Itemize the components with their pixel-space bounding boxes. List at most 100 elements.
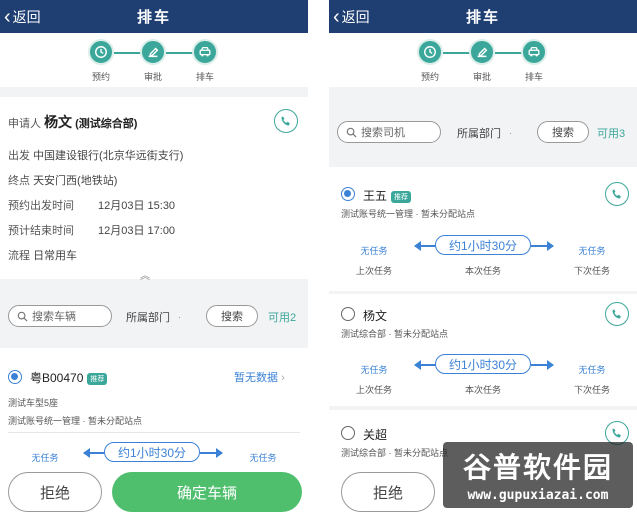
dept-select[interactable]: 所属部门 · — [126, 309, 181, 325]
arrow-left-icon — [414, 242, 437, 250]
vehicle-driver-info: 测试账号统一管理 · 暂未分配站点 — [8, 416, 142, 426]
detail-row-origin: 出发 中国建设银行(北京华远街支行) — [8, 150, 184, 162]
detail-row-end-time: 预计结束时间 12月03日 17:00 — [8, 225, 176, 237]
vehicle-radio[interactable] — [8, 370, 22, 384]
next-task: 无任务 — [578, 246, 606, 256]
recommend-badge: 推荐 — [391, 190, 412, 203]
arrow-right-icon — [531, 361, 554, 369]
prev-task: 无任务 — [31, 453, 59, 463]
step-approve: 审批 — [467, 39, 497, 83]
duration-pill: 约1小时30分 — [435, 235, 531, 255]
call-applicant-button[interactable] — [274, 109, 298, 133]
left-screen: ‹ 返回 排车 预约 审批 排车 申请人 杨文 (测试综合部) 出发 中国建设银… — [0, 0, 308, 516]
prev-task-caption: 上次任务 — [355, 385, 392, 395]
page-title: 排车 — [465, 9, 500, 26]
step-dispatch: 排车 — [190, 39, 220, 83]
step-approve: 审批 — [138, 39, 168, 83]
available-count: 可用3 — [597, 128, 626, 140]
confirm-vehicle-button[interactable]: 确定车辆 — [112, 472, 302, 512]
search-icon — [17, 311, 28, 322]
reject-button[interactable]: 拒绝 — [341, 472, 435, 512]
reject-button[interactable]: 拒绝 — [8, 472, 102, 512]
no-data-link[interactable]: 暂无数据 › — [234, 369, 285, 385]
driver-info: 测试综合部 · 暂未分配站点 — [341, 448, 448, 458]
call-driver-button[interactable] — [605, 182, 629, 206]
progress-steps: 预约 审批 排车 — [0, 33, 308, 87]
vehicle-card[interactable]: 粤B00470 推荐 暂无数据 › 测试车型5座 测试账号统一管理 · 暂未分配站… — [0, 348, 308, 468]
vehicle-search-bar: 搜索车辆 所属部门 · 搜索 可用2 — [0, 296, 308, 336]
bottom-action-bar: 拒绝 确定车辆 — [0, 464, 308, 516]
prev-task: 无任务 — [360, 365, 388, 375]
next-task: 无任务 — [249, 453, 277, 463]
arrow-left-icon — [414, 361, 437, 369]
detail-row-start-time: 预约出发时间 12月03日 15:30 — [8, 200, 176, 212]
vehicle-model: 测试车型5座 — [8, 398, 59, 408]
applicant-row: 申请人 杨文 (测试综合部) — [8, 114, 138, 130]
car-icon — [192, 39, 218, 65]
duration-pill: 约1小时30分 — [104, 442, 200, 462]
prev-task-caption: 上次任务 — [355, 266, 392, 276]
watermark: 谷普软件园 www.gupuxiazai.com — [443, 442, 633, 508]
clock-icon — [88, 39, 114, 65]
duration-pill: 约1小时30分 — [435, 354, 531, 374]
arrow-right-icon — [531, 242, 554, 250]
driver-name: 关超 — [363, 428, 388, 442]
arrow-left-icon — [83, 449, 106, 457]
chevron-left-icon: ‹ — [333, 5, 340, 28]
search-button[interactable]: 搜索 — [537, 121, 589, 143]
phone-icon — [612, 189, 621, 199]
request-card: 申请人 杨文 (测试综合部) 出发 中国建设银行(北京华远街支行) 终点 天安门… — [0, 97, 308, 282]
chevron-down-icon: · — [178, 312, 181, 322]
call-driver-button[interactable] — [605, 302, 629, 326]
approve-icon — [140, 39, 166, 65]
step-label: 预约 — [91, 72, 110, 82]
step-label: 审批 — [472, 72, 491, 82]
back-button[interactable]: ‹ 返回 — [4, 0, 41, 33]
driver-name: 王五 推荐 — [363, 187, 412, 204]
back-button[interactable]: ‹ 返回 — [333, 0, 370, 33]
navbar: ‹ 返回 排车 — [329, 0, 637, 33]
step-label: 预约 — [420, 72, 439, 82]
available-count: 可用2 — [268, 312, 297, 324]
divider — [8, 432, 300, 433]
vehicle-search-input[interactable]: 搜索车辆 — [8, 305, 112, 327]
current-task-caption: 本次任务 — [464, 266, 501, 276]
recommend-badge: 推荐 — [87, 372, 108, 385]
step-label: 排车 — [195, 72, 214, 82]
phone-icon — [612, 309, 621, 319]
driver-radio[interactable] — [341, 307, 355, 321]
search-icon — [346, 127, 357, 138]
page-title: 排车 — [136, 9, 171, 26]
detail-row-process: 流程 日常用车 — [8, 250, 78, 262]
phone-icon — [612, 428, 621, 438]
current-task-caption: 本次任务 — [464, 385, 501, 395]
step-label: 排车 — [524, 72, 543, 82]
clock-icon — [417, 39, 443, 65]
search-button[interactable]: 搜索 — [206, 305, 258, 327]
applicant-name: 杨文 — [44, 114, 73, 130]
vehicle-plate: 粤B00470 推荐 — [30, 369, 108, 386]
driver-name: 杨文 — [363, 309, 388, 323]
next-task-caption: 下次任务 — [573, 385, 610, 395]
navbar: ‹ 返回 排车 — [0, 0, 308, 33]
collapse-icon[interactable]: ︽ — [140, 267, 150, 282]
driver-radio[interactable] — [341, 426, 355, 440]
detail-row-destination: 终点 天安门西(地铁站) — [8, 175, 118, 187]
driver-card[interactable]: 杨文 测试综合部 · 暂未分配站点 无任务 上次任务 约1小时30分 本次任务 … — [329, 294, 637, 406]
phone-icon — [281, 116, 290, 126]
driver-search-input[interactable]: 搜索司机 — [337, 121, 441, 143]
dept-select[interactable]: 所属部门 · — [457, 125, 512, 141]
driver-info: 测试账号统一管理 · 暂未分配站点 — [341, 209, 475, 219]
step-reserve: 预约 — [86, 39, 116, 83]
driver-card[interactable]: 王五 推荐 测试账号统一管理 · 暂未分配站点 无任务 上次任务 约1小时30分 … — [329, 167, 637, 291]
next-task: 无任务 — [578, 365, 606, 375]
watermark-url: www.gupuxiazai.com — [467, 488, 609, 503]
step-reserve: 预约 — [415, 39, 445, 83]
chevron-down-icon: · — [509, 128, 512, 138]
applicant-dept: (测试综合部) — [75, 118, 138, 130]
step-label: 审批 — [143, 72, 162, 82]
driver-radio[interactable] — [341, 187, 355, 201]
back-label: 返回 — [341, 8, 370, 25]
chevron-left-icon: ‹ — [4, 5, 11, 28]
chevron-right-icon: › — [281, 372, 285, 384]
